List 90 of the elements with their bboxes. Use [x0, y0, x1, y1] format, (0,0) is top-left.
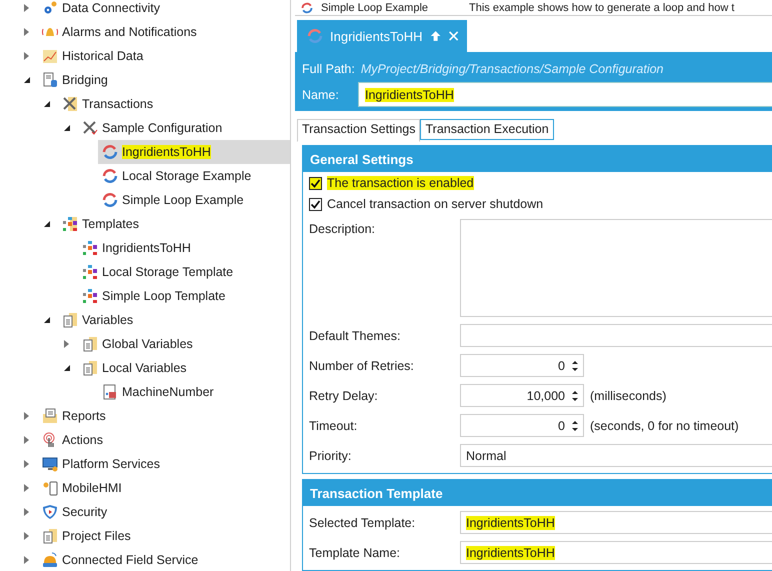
tree-item[interactable]: IngridientsToHH — [78, 236, 290, 260]
unit-label: (seconds, 0 for no timeout) — [590, 418, 739, 432]
tools-icon — [62, 96, 78, 112]
tree-item[interactable]: MobileHMI — [38, 476, 290, 500]
template-icon — [82, 264, 98, 280]
monitor-icon — [42, 456, 58, 472]
sync-icon — [301, 2, 313, 14]
field-label: Description: — [309, 222, 376, 236]
expander-icon[interactable] — [42, 315, 52, 325]
tree-item[interactable]: Historical Data — [38, 44, 290, 68]
tree-item[interactable]: IngridientsToHH — [98, 140, 290, 164]
document-folder-icon — [82, 336, 98, 352]
up-down-arrows-icon[interactable] — [571, 388, 579, 402]
tools-icon — [82, 120, 98, 136]
tree-item[interactable]: Platform Services — [38, 452, 290, 476]
tree-item[interactable]: Data Connectivity — [38, 0, 290, 20]
tree-item[interactable]: Bridging — [38, 68, 290, 92]
shield-icon — [42, 504, 58, 520]
document-folder-icon — [82, 360, 98, 376]
input-field[interactable]: IngridientsToHH — [460, 511, 772, 534]
variable-document-icon — [102, 384, 118, 400]
name-field[interactable]: IngridientsToHH — [358, 82, 772, 107]
number-spinner[interactable]: 0 — [460, 354, 584, 377]
tree-item[interactable]: Variables — [58, 308, 290, 332]
description-field[interactable] — [460, 219, 772, 317]
tree-item[interactable]: Reports — [38, 404, 290, 428]
tree-item[interactable]: Local Storage Example — [98, 164, 290, 188]
group-title: General Settings — [303, 146, 772, 172]
input-field[interactable]: Normal — [460, 444, 772, 467]
expander-icon[interactable] — [42, 99, 52, 109]
sync-icon — [102, 168, 118, 184]
tree-item[interactable]: Local Variables — [78, 356, 290, 380]
tab[interactable]: Transaction Settings — [297, 119, 420, 142]
up-down-arrows-icon[interactable] — [571, 358, 579, 372]
group-title: Transaction Template — [303, 480, 772, 506]
field-label: Timeout: — [309, 418, 358, 432]
full-path-label: Full Path: — [302, 62, 355, 76]
checkbox-label: The transaction is enabled — [327, 176, 474, 190]
expander-icon[interactable] — [62, 363, 72, 373]
expander-icon[interactable] — [42, 219, 52, 229]
field-label: Selected Template: — [309, 516, 416, 530]
document-folder-icon — [42, 528, 58, 544]
sync-icon — [307, 28, 323, 44]
tree-item[interactable]: Project Files — [38, 524, 290, 548]
full-path-value: MyProject/Bridging/Transactions/Sample Configuration — [360, 62, 664, 76]
tree-item[interactable]: Local Storage Template — [78, 260, 290, 284]
template-icon — [62, 216, 78, 232]
tree-item[interactable]: Simple Loop Example — [98, 188, 290, 212]
expander-icon[interactable] — [62, 123, 72, 133]
phone-icon — [42, 480, 58, 496]
tree-item[interactable]: Connected Field Service — [38, 548, 290, 571]
field-label: Default Themes: — [309, 328, 402, 342]
checkbox[interactable] — [309, 176, 322, 190]
tree-item[interactable]: Templates — [58, 212, 290, 236]
tab[interactable]: Transaction Execution — [420, 119, 554, 140]
field-label: Number of Retries: — [309, 358, 415, 372]
chart-icon — [42, 48, 58, 64]
field-label: Priority: — [309, 448, 352, 462]
template-icon — [82, 288, 98, 304]
up-down-arrows-icon[interactable] — [571, 418, 579, 432]
input-field[interactable]: IngridientsToHH — [460, 541, 772, 564]
tree-item[interactable]: Global Variables — [78, 332, 290, 356]
input-field[interactable] — [460, 324, 772, 347]
sync-icon — [102, 144, 118, 160]
helmet-icon — [42, 552, 58, 568]
tree-item[interactable]: Simple Loop Template — [78, 284, 290, 308]
number-spinner[interactable]: 0 — [460, 414, 584, 437]
field-label: Retry Delay: — [309, 388, 379, 402]
tree-item[interactable]: Actions — [38, 428, 290, 452]
tree-item[interactable]: Alarms and Notifications — [38, 20, 290, 44]
tree-item[interactable]: Sample Configuration — [78, 116, 290, 140]
tree-item[interactable]: Transactions — [58, 92, 290, 116]
number-spinner[interactable]: 10,000 — [460, 384, 584, 407]
expander-icon[interactable] — [22, 75, 32, 85]
field-label: Template Name: — [309, 546, 402, 560]
document-database-icon — [42, 72, 58, 88]
checkbox-label: Cancel transaction on server shutdown — [327, 197, 544, 211]
checkbox[interactable] — [309, 198, 322, 210]
document-folder-icon — [62, 312, 78, 328]
tree-item[interactable]: Security — [38, 500, 290, 524]
report-folder-icon — [42, 408, 58, 424]
list-item-description: This example shows how to generate a loop and how t — [469, 2, 734, 14]
pin-up-icon[interactable] — [430, 29, 441, 43]
list-item-name: Simple Loop Example — [321, 2, 430, 14]
tree-item[interactable]: MachineNumber — [98, 380, 290, 404]
name-label: Name: — [302, 88, 340, 102]
sync-icon — [102, 192, 118, 208]
close-icon[interactable] — [448, 29, 459, 43]
template-icon — [82, 240, 98, 256]
unit-label: (milliseconds) — [590, 388, 666, 402]
